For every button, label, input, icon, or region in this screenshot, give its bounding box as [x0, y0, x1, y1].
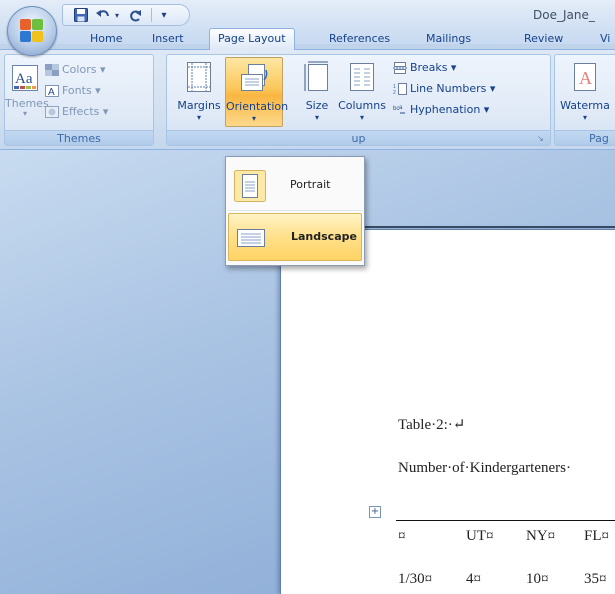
effects-button[interactable]: Effects ▾ — [45, 103, 108, 121]
columns-button[interactable]: Columns ▾ — [337, 57, 387, 127]
watermark-button[interactable]: A Waterma ▾ — [555, 57, 615, 127]
table-cell[interactable]: ¤ — [398, 528, 406, 545]
redo-icon[interactable] — [127, 7, 143, 23]
fonts-button[interactable]: A Fonts ▾ — [45, 82, 101, 100]
page-setup-label-text: up — [351, 132, 366, 145]
landscape-page-icon — [235, 222, 267, 254]
page-setup-group-label: up — [167, 130, 550, 145]
landscape-menu-item[interactable]: Landscape — [228, 213, 362, 261]
hyphenation-button[interactable]: bc a Hyphenation ▾ — [393, 101, 489, 119]
breaks-button[interactable]: Breaks ▾ — [393, 59, 456, 77]
document-title: Doe_Jane_ — [533, 8, 595, 22]
orientation-button[interactable]: Orientation ▾ — [225, 57, 289, 127]
undo-icon[interactable] — [95, 7, 111, 23]
svg-text:A: A — [48, 87, 55, 97]
tab-references[interactable]: References — [327, 28, 392, 49]
orientation-arrow: ▾ — [251, 114, 256, 123]
margins-button[interactable]: Margins ▾ — [173, 57, 225, 127]
landscape-label: Landscape — [291, 230, 357, 243]
size-arrow: ▾ — [314, 113, 319, 122]
margins-label: Margins — [177, 99, 221, 112]
tab-review[interactable]: Review — [522, 28, 565, 49]
fonts-label: Fonts ▾ — [62, 84, 101, 97]
table-cell[interactable]: 4¤ — [466, 571, 481, 588]
line-numbers-label: Line Numbers ▾ — [410, 82, 496, 95]
columns-label: Columns — [338, 99, 386, 112]
save-icon[interactable] — [73, 7, 89, 23]
ribbon: Aa Themes ▾ Colors ▾ A Fonts ▾ Effects ▾… — [0, 49, 615, 150]
table-cell[interactable]: NY¤ — [526, 528, 555, 545]
hyphenation-label: Hyphenation ▾ — [410, 103, 490, 116]
svg-text:Aa: Aa — [15, 71, 33, 87]
office-button[interactable] — [7, 6, 57, 56]
themes-arrow: ▾ — [22, 109, 27, 118]
hyphenation-icon: bc a — [393, 104, 407, 116]
line-numbers-icon: 12 — [393, 83, 407, 96]
orientation-menu: Portrait Landscape — [225, 156, 365, 266]
table-cell[interactable]: 1/30¤ — [398, 571, 432, 588]
tab-page-layout[interactable]: Page Layout — [209, 28, 295, 50]
watermark-icon: A — [569, 61, 601, 93]
page-background-group-label: Pag — [555, 130, 615, 145]
breaks-icon — [393, 62, 407, 74]
themes-icon: Aa — [12, 65, 38, 91]
table-cell[interactable]: FL¤ — [584, 528, 609, 545]
columns-arrow: ▾ — [359, 113, 364, 122]
effects-label: Effects ▾ — [62, 105, 109, 118]
fonts-icon: A — [45, 85, 59, 98]
themes-button[interactable]: Aa Themes ▾ — [5, 57, 49, 127]
size-button[interactable]: Size ▾ — [299, 57, 335, 127]
margins-icon — [183, 61, 215, 93]
svg-text:2: 2 — [393, 90, 396, 95]
colors-button[interactable]: Colors ▾ — [45, 61, 105, 79]
size-icon — [301, 61, 333, 93]
table-cell[interactable]: 35¤ — [584, 571, 607, 588]
office-logo-icon — [20, 19, 44, 43]
svg-text:a: a — [399, 105, 403, 111]
columns-icon — [346, 61, 378, 93]
portrait-page-icon — [234, 170, 266, 202]
tab-view[interactable]: Vi — [598, 28, 612, 49]
line-numbers-button[interactable]: 12 Line Numbers ▾ — [393, 80, 495, 98]
colors-icon — [45, 64, 59, 76]
undo-dropdown-icon[interactable]: ▾ — [113, 7, 121, 23]
orientation-label: Orientation — [226, 100, 289, 113]
qat-separator — [151, 8, 152, 22]
table-move-handle-icon[interactable]: + — [369, 506, 381, 518]
tab-insert[interactable]: Insert — [150, 28, 186, 49]
colors-label: Colors ▾ — [62, 63, 106, 76]
customize-qat-icon[interactable]: ▾ — [158, 7, 170, 23]
effects-icon — [45, 106, 59, 118]
page-setup-launcher-icon[interactable]: ↘ — [537, 134, 546, 143]
size-label: Size — [305, 99, 329, 112]
table-cell[interactable]: UT¤ — [466, 528, 494, 545]
portrait-menu-item[interactable]: Portrait — [228, 162, 362, 210]
breaks-label: Breaks ▾ — [410, 61, 457, 74]
tab-home[interactable]: Home — [88, 28, 124, 49]
svg-text:A: A — [579, 68, 592, 88]
orientation-icon — [238, 62, 270, 94]
tab-mailings[interactable]: Mailings — [424, 28, 473, 49]
watermark-label: Waterma — [560, 99, 610, 112]
table-cell[interactable]: 10¤ — [526, 571, 549, 588]
table-caption[interactable]: Table·2:·↵ — [398, 415, 465, 434]
page-setup-group: Margins ▾ Orientation ▾ Size ▾ Columns ▾… — [166, 54, 551, 146]
quick-access-toolbar: ▾ ▾ — [62, 4, 190, 26]
margins-arrow: ▾ — [196, 113, 201, 122]
table-top-border — [396, 520, 615, 521]
themes-group-label: Themes — [5, 130, 153, 145]
portrait-label: Portrait — [290, 178, 331, 191]
table-subtitle[interactable]: Number·of·Kindergarteners· — [398, 460, 571, 477]
page-background-group: A Waterma ▾ Pag — [554, 54, 615, 146]
document-page[interactable] — [280, 229, 615, 594]
themes-group: Aa Themes ▾ Colors ▾ A Fonts ▾ Effects ▾… — [4, 54, 154, 146]
menu-separator — [228, 210, 362, 211]
watermark-arrow: ▾ — [582, 113, 587, 122]
